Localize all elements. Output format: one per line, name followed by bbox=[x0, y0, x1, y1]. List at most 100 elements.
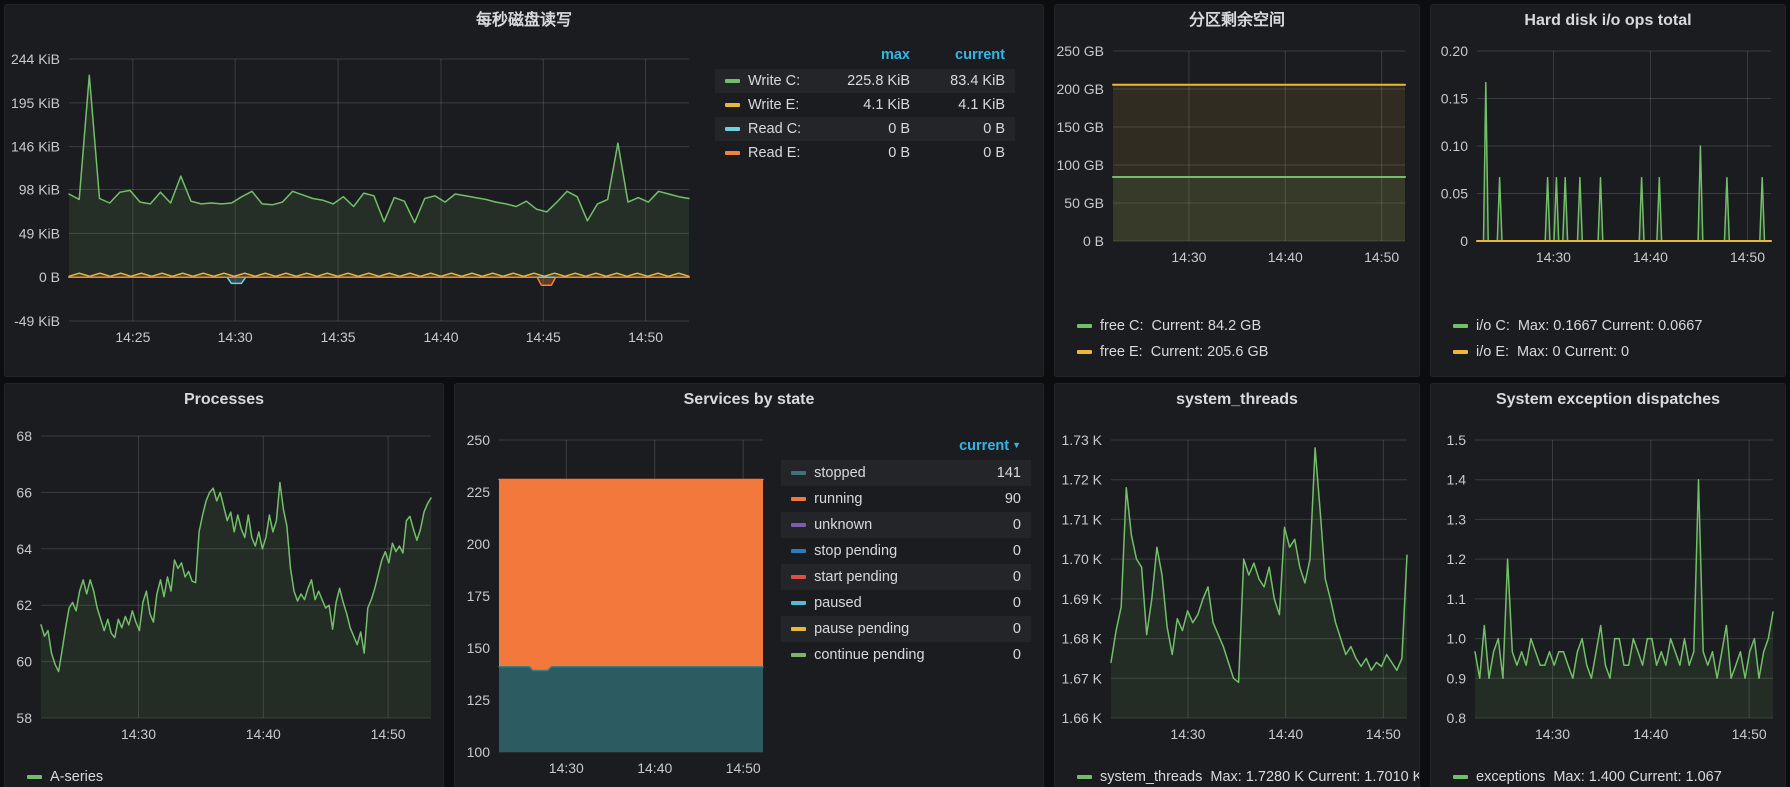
svg-text:1.73 K: 1.73 K bbox=[1062, 432, 1103, 448]
legend-value: 141 bbox=[949, 460, 1031, 486]
series-fill-io_c bbox=[1477, 83, 1771, 241]
svg-text:1.3: 1.3 bbox=[1447, 511, 1467, 527]
legend-column-max[interactable]: max bbox=[825, 45, 920, 69]
legend-row[interactable]: Read C:0 B0 B bbox=[715, 117, 1015, 141]
legend-item[interactable]: exceptionsMax: 1.400 Current: 1.067 bbox=[1453, 764, 1785, 787]
svg-text:14:40: 14:40 bbox=[1268, 249, 1303, 265]
svg-text:1.69 K: 1.69 K bbox=[1062, 591, 1103, 607]
series-swatch-icon bbox=[791, 523, 806, 527]
svg-text:14:30: 14:30 bbox=[1536, 249, 1571, 265]
services-chart[interactable]: 14:3014:4014:50250225200175150125100 bbox=[455, 414, 771, 787]
dashboard-row-top: 每秒磁盘读写 14:2514:3014:3514:4014:4514:50244… bbox=[4, 4, 1786, 377]
processes-chart[interactable]: 14:3014:4014:50686664626058 bbox=[5, 414, 443, 762]
legend-item[interactable]: free C:Current: 84.2 GB bbox=[1077, 313, 1419, 339]
svg-text:14:25: 14:25 bbox=[115, 329, 150, 345]
panel-body: 14:3014:4014:50250225200175150125100 cur… bbox=[455, 414, 1043, 787]
legend-row[interactable]: stopped141 bbox=[781, 460, 1031, 486]
svg-text:200 GB: 200 GB bbox=[1057, 81, 1104, 97]
legend-row[interactable]: Write C:225.8 KiB83.4 KiB bbox=[715, 69, 1015, 93]
panel-title[interactable]: system_threads bbox=[1055, 384, 1419, 414]
legend-row[interactable]: stop pending0 bbox=[781, 538, 1031, 564]
series-swatch-icon bbox=[791, 575, 806, 579]
panel-title[interactable]: Hard disk i/o ops total bbox=[1431, 5, 1785, 35]
partition-free-legend: free C:Current: 84.2 GBfree E:Current: 2… bbox=[1077, 313, 1419, 365]
svg-text:1.1: 1.1 bbox=[1447, 591, 1467, 607]
svg-text:0.9: 0.9 bbox=[1447, 670, 1467, 686]
legend-row[interactable]: Read E:0 B0 B bbox=[715, 141, 1015, 165]
series-stats: Max: 0 Current: 0 bbox=[1517, 344, 1629, 360]
panel-partition-free: 分区剩余空间 14:3014:4014:50250 GB200 GB150 GB… bbox=[1054, 4, 1420, 377]
panel-exception-dispatches: System exception dispatches 14:3014:4014… bbox=[1430, 383, 1786, 787]
svg-text:0 B: 0 B bbox=[39, 269, 60, 285]
legend-row[interactable]: pause pending 0 bbox=[781, 616, 1031, 642]
series-swatch-icon bbox=[791, 471, 806, 475]
exceptions-chart[interactable]: 14:3014:4014:501.51.41.31.21.11.00.90.8 bbox=[1431, 414, 1785, 762]
legend-item[interactable]: system_threads Max: 1.7280 K Current: 1.7… bbox=[1077, 764, 1419, 787]
panel-title[interactable]: 每秒磁盘读写 bbox=[5, 5, 1043, 35]
svg-text:14:40: 14:40 bbox=[1633, 726, 1668, 742]
series-swatch-icon bbox=[791, 601, 806, 605]
legend-value: 0 bbox=[949, 564, 1031, 590]
legend-row[interactable]: start pending0 bbox=[781, 564, 1031, 590]
svg-text:14:45: 14:45 bbox=[526, 329, 561, 345]
panel-io-ops: Hard disk i/o ops total 14:3014:4014:500… bbox=[1430, 4, 1786, 377]
svg-text:98 KiB: 98 KiB bbox=[19, 182, 60, 198]
svg-text:150 GB: 150 GB bbox=[1057, 119, 1104, 135]
system-threads-legend: system_threads Max: 1.7280 K Current: 1.7… bbox=[1077, 764, 1419, 787]
series-swatch-icon bbox=[1077, 775, 1092, 779]
svg-text:14:30: 14:30 bbox=[1535, 726, 1570, 742]
legend-row[interactable]: Write E:4.1 KiB4.1 KiB bbox=[715, 93, 1015, 117]
series-fill-stopped bbox=[499, 667, 763, 752]
gridlines bbox=[69, 59, 689, 321]
sort-caret-icon: ▼ bbox=[1012, 440, 1021, 450]
svg-text:14:30: 14:30 bbox=[1170, 726, 1205, 742]
svg-text:250 GB: 250 GB bbox=[1057, 43, 1104, 59]
legend-item[interactable]: free E:Current: 205.6 GB bbox=[1077, 339, 1419, 365]
svg-text:14:30: 14:30 bbox=[121, 726, 156, 742]
series-label: system_threads bbox=[1100, 769, 1202, 785]
io-ops-chart[interactable]: 14:3014:4014:500.200.150.100.050 bbox=[1431, 35, 1785, 275]
legend-item[interactable]: i/o E: Max: 0 Current: 0 bbox=[1453, 339, 1785, 365]
legend-row[interactable]: continue pending0 bbox=[781, 642, 1031, 668]
svg-text:0: 0 bbox=[1460, 233, 1468, 249]
panel-title[interactable]: System exception dispatches bbox=[1431, 384, 1785, 414]
series-line-read_c bbox=[69, 277, 689, 283]
panel-processes: Processes 14:3014:4014:50686664626058 A-… bbox=[4, 383, 444, 787]
svg-text:175: 175 bbox=[467, 588, 491, 604]
legend-value: 0 bbox=[949, 616, 1031, 642]
series-swatch-icon bbox=[725, 127, 740, 131]
legend-column-current[interactable]: current▼ bbox=[949, 436, 1031, 460]
series-swatch-icon bbox=[791, 497, 806, 501]
legend-column-current[interactable]: current bbox=[920, 45, 1015, 69]
series-label: i/o E: bbox=[1476, 344, 1509, 360]
system-threads-chart[interactable]: 14:3014:4014:501.73 K1.72 K1.71 K1.70 K1… bbox=[1055, 414, 1419, 762]
series-stats: Max: 1.7280 K Current: 1.7010 K bbox=[1210, 769, 1419, 785]
series-label: continue pending bbox=[814, 647, 924, 663]
legend-row[interactable]: paused0 bbox=[781, 590, 1031, 616]
svg-text:14:50: 14:50 bbox=[1366, 726, 1401, 742]
svg-text:200: 200 bbox=[467, 536, 491, 552]
svg-text:150: 150 bbox=[467, 640, 491, 656]
panel-title[interactable]: 分区剩余空间 bbox=[1055, 5, 1419, 35]
svg-text:125: 125 bbox=[467, 692, 491, 708]
partition-free-chart[interactable]: 14:3014:4014:50250 GB200 GB150 GB100 GB5… bbox=[1055, 35, 1419, 275]
series-label: pause pending bbox=[814, 621, 909, 637]
series-stats: Current: 205.6 GB bbox=[1151, 344, 1269, 360]
legend-row[interactable]: running90 bbox=[781, 486, 1031, 512]
panel-title[interactable]: Services by state bbox=[455, 384, 1043, 414]
legend-item[interactable]: i/o C:Max: 0.1667 Current: 0.0667 bbox=[1453, 313, 1785, 339]
svg-text:14:35: 14:35 bbox=[321, 329, 356, 345]
svg-text:66: 66 bbox=[16, 484, 32, 500]
svg-text:1.2: 1.2 bbox=[1447, 551, 1467, 567]
series-label: unknown bbox=[814, 517, 872, 533]
legend-value: 0 bbox=[949, 512, 1031, 538]
legend-row[interactable]: unknown 0 bbox=[781, 512, 1031, 538]
legend-item[interactable]: A-series bbox=[27, 764, 443, 787]
disk-rw-chart[interactable]: 14:2514:3014:3514:4014:4514:50244 KiB195… bbox=[5, 35, 705, 367]
panel-title[interactable]: Processes bbox=[5, 384, 443, 414]
series-swatch-icon bbox=[725, 79, 740, 83]
series-line-exceptions bbox=[1475, 480, 1773, 679]
svg-text:250: 250 bbox=[467, 432, 491, 448]
svg-text:1.67 K: 1.67 K bbox=[1062, 670, 1103, 686]
svg-text:58: 58 bbox=[16, 710, 32, 726]
